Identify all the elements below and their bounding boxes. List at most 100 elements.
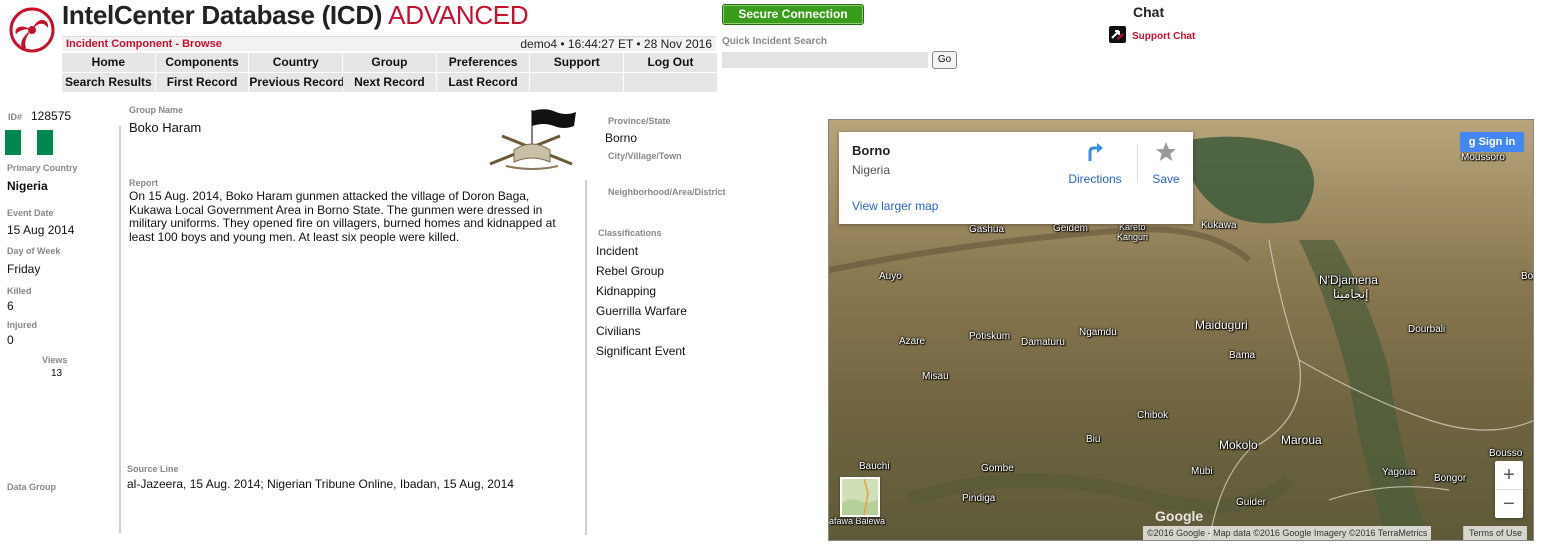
subheader-bar: Incident Component - Browse demo4 • 16:4… xyxy=(62,36,716,51)
injured-label: Injured xyxy=(7,320,38,330)
nav-logout[interactable]: Log Out xyxy=(624,53,718,73)
google-plus-icon: g xyxy=(1468,136,1476,148)
nigeria-flag-icon xyxy=(5,130,53,155)
directions-label: Directions xyxy=(1068,172,1122,186)
injured-value: 0 xyxy=(7,333,14,347)
save-label: Save xyxy=(1152,172,1180,186)
place-label: Chibok xyxy=(1137,410,1169,421)
place-label: Gombe xyxy=(981,463,1014,474)
place-label: Bousso xyxy=(1489,448,1523,459)
nav-last-record[interactable]: Last Record xyxy=(436,73,531,93)
nav-first-record[interactable]: First Record xyxy=(155,73,250,93)
column-divider xyxy=(119,126,121,533)
neighborhood-label: Neighborhood/Area/District xyxy=(608,187,726,197)
place-label: Bo xyxy=(1521,271,1534,282)
place-label: N'Djamena xyxy=(1319,273,1378,287)
google-signin-button[interactable]: g Sign in xyxy=(1460,132,1524,152)
place-label: Geidem xyxy=(1053,223,1089,234)
classification-item: Significant Event xyxy=(596,344,686,358)
report-text: On 15 Aug. 2014, Boko Haram gunmen attac… xyxy=(129,189,556,244)
chat-icon[interactable] xyxy=(1109,26,1126,43)
nav-support[interactable]: Support xyxy=(530,53,625,73)
edition-label: ADVANCED xyxy=(388,0,529,30)
classification-item: Rebel Group xyxy=(596,264,665,278)
source-line-label: Source Line xyxy=(127,464,179,474)
secure-connection-badge[interactable]: Secure Connection xyxy=(722,4,864,25)
map-embed[interactable]: Moussoro Gashua Geidem Kareto Kanguri Ku… xyxy=(828,119,1534,541)
group-name-value: Boko Haram xyxy=(129,120,202,135)
place-label: Bongor xyxy=(1434,473,1467,484)
place-label: Biu xyxy=(1086,434,1101,445)
nav-preferences[interactable]: Preferences xyxy=(436,53,531,73)
app-title-text: IntelCenter Database (ICD) xyxy=(62,0,383,30)
group-name-label: Group Name xyxy=(129,105,184,115)
source-line-value: al-Jazeera, 15 Aug. 2014; Nigerian Tribu… xyxy=(127,477,514,491)
map-attribution: ©2016 Google - Map data ©2016 Google Ima… xyxy=(1143,526,1432,540)
nav-country[interactable]: Country xyxy=(249,53,344,73)
province-value: Borno xyxy=(605,131,638,145)
quick-search-input[interactable] xyxy=(722,52,928,68)
event-date-label: Event Date xyxy=(7,208,54,218)
province-label: Province/State xyxy=(608,116,671,126)
nav-empty-cell xyxy=(530,73,625,93)
group-emblem-icon xyxy=(484,106,578,176)
place-label: Ngamdu xyxy=(1079,327,1117,338)
place-label: Kukawa xyxy=(1201,220,1237,231)
place-label: Maroua xyxy=(1281,433,1322,447)
place-label: Misau xyxy=(922,371,949,382)
nav-row-2: Search Results First Record Previous Rec… xyxy=(62,73,718,93)
nav-previous-record[interactable]: Previous Record xyxy=(249,73,345,93)
map-place-title: Borno xyxy=(852,143,891,158)
go-button[interactable]: Go xyxy=(932,51,957,69)
place-label: Maiduguri xyxy=(1195,318,1248,332)
directions-button[interactable]: Directions xyxy=(1065,141,1125,186)
day-of-week-value: Friday xyxy=(7,262,41,276)
place-label: إنجامينا xyxy=(1333,287,1369,301)
city-label: City/Village/Town xyxy=(608,151,682,161)
zoom-out-button[interactable]: − xyxy=(1495,490,1523,518)
breadcrumb: Incident Component - Browse xyxy=(66,38,222,50)
support-chat-link[interactable]: Support Chat xyxy=(1132,31,1195,42)
directions-icon xyxy=(1088,143,1103,161)
divider xyxy=(1137,144,1138,182)
classification-item: Guerrilla Warfare xyxy=(596,304,687,318)
classification-item: Kidnapping xyxy=(596,284,657,298)
event-date-value: 15 Aug 2014 xyxy=(7,223,75,237)
star-icon xyxy=(1156,142,1176,161)
primary-country-label: Primary Country xyxy=(7,163,78,173)
map-type-thumbnail[interactable] xyxy=(840,477,880,517)
nav-components[interactable]: Components xyxy=(155,53,250,73)
record-id: 128575 xyxy=(31,109,72,123)
save-button[interactable]: Save xyxy=(1144,141,1188,186)
nav-next-record[interactable]: Next Record xyxy=(343,73,437,93)
icd-logo xyxy=(8,6,56,54)
place-label: Pindiga xyxy=(962,493,996,504)
place-label: Bauchi xyxy=(859,461,890,472)
view-larger-map-link[interactable]: View larger map xyxy=(852,199,938,213)
place-label: Auyo xyxy=(879,271,902,282)
map-place-country: Nigeria xyxy=(852,163,891,177)
place-label: Moussoro xyxy=(1461,152,1505,163)
zoom-in-button[interactable]: + xyxy=(1495,461,1523,489)
main-nav: Home Components Country Group Preference… xyxy=(62,53,718,93)
quick-search-label: Quick Incident Search xyxy=(722,36,828,47)
nav-search-results[interactable]: Search Results xyxy=(62,73,156,93)
flag-stripe-right xyxy=(37,130,53,155)
place-label: Kanguri xyxy=(1117,232,1149,242)
id-label: ID# xyxy=(8,112,23,122)
place-label: Bama xyxy=(1229,350,1256,361)
views-label: Views xyxy=(42,355,68,365)
nav-group[interactable]: Group xyxy=(343,53,437,73)
terms-of-use-link[interactable]: Terms of Use xyxy=(1463,526,1528,540)
classification-item: Civilians xyxy=(596,324,641,338)
place-label: Guider xyxy=(1236,497,1267,508)
google-logo: Google xyxy=(1155,508,1204,524)
zoom-control: + − xyxy=(1495,461,1523,518)
session-info: demo4 • 16:44:27 ET • 28 Nov 2016 xyxy=(520,37,712,51)
flag-stripe-left xyxy=(5,130,21,155)
nav-home[interactable]: Home xyxy=(62,53,156,73)
signin-label: Sign in xyxy=(1478,136,1516,148)
classification-item: Incident xyxy=(596,244,639,258)
map-info-card: Borno Nigeria View larger map Directions… xyxy=(839,132,1193,224)
place-label: Potiskum xyxy=(969,331,1011,342)
